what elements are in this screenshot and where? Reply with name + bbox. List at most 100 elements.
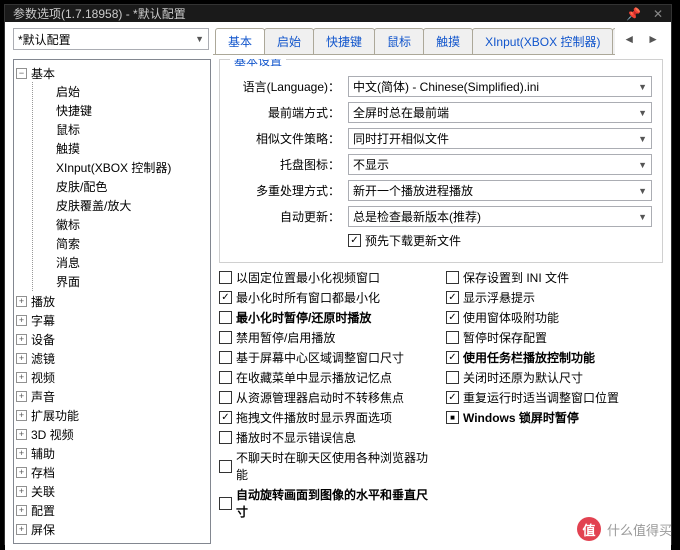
tree-node[interactable]: +3D 视频 <box>16 426 208 443</box>
tree-label: 简索 <box>56 235 80 252</box>
tab-bar: 基本启始快捷键鼠标触摸XInput(XBOX 控制器)皮肤/酉 <box>213 28 615 55</box>
tree-node[interactable]: +配置 <box>16 502 208 519</box>
config-select-value: *默认配置 <box>18 31 71 48</box>
expand-icon[interactable]: + <box>16 524 27 535</box>
category-tree[interactable]: − 基本 启始快捷键鼠标触摸 XInput(XBOX 控制器) 皮肤/配色皮肤覆盖/… <box>13 59 211 544</box>
tree-label: 启始 <box>56 83 80 100</box>
tree-node[interactable]: +屏保 <box>16 521 208 538</box>
update-select[interactable]: 总是检查最新版本(推荐)▼ <box>348 206 652 227</box>
tree-node[interactable]: + 扩展功能 <box>16 407 208 424</box>
chevron-down-icon: ▼ <box>638 212 647 222</box>
checkbox[interactable] <box>446 391 459 404</box>
front-select[interactable]: 全屏时总在最前端▼ <box>348 102 652 123</box>
checkbox[interactable] <box>219 291 232 304</box>
expand-icon[interactable]: + <box>16 372 27 383</box>
update-label: 自动更新： <box>230 208 340 225</box>
pin-icon[interactable]: 📌 <box>626 7 641 21</box>
multi-label: 多重处理方式： <box>230 182 340 199</box>
checkbox[interactable] <box>219 431 232 444</box>
tree-node[interactable]: +播放 <box>16 293 208 310</box>
checkbox[interactable] <box>219 271 232 284</box>
tree-node[interactable]: 启始 <box>41 83 208 100</box>
tree-label: 触摸 <box>56 140 80 157</box>
tab-5[interactable]: XInput(XBOX 控制器) <box>472 28 613 54</box>
tab-0[interactable]: 基本 <box>215 28 265 54</box>
tree-node[interactable]: +声音 <box>16 388 208 405</box>
checkbox[interactable] <box>219 391 232 404</box>
tree-node[interactable]: 简索 <box>41 235 208 252</box>
config-select[interactable]: *默认配置 ▼ <box>13 28 209 50</box>
similar-select[interactable]: 同时打开相似文件▼ <box>348 128 652 149</box>
similar-label: 相似文件策略： <box>230 130 340 147</box>
expand-icon[interactable]: + <box>16 334 27 345</box>
predownload-label: 预先下载更新文件 <box>365 232 461 249</box>
tree-node[interactable]: 触摸 <box>41 140 208 157</box>
checkbox[interactable] <box>446 291 459 304</box>
language-select[interactable]: 中文(简体) - Chinese(Simplified).ini▼ <box>348 76 652 97</box>
tab-scroll-left[interactable]: ◄ <box>619 28 639 55</box>
tree-label: 关联 <box>31 483 55 500</box>
tree-label: 扩展功能 <box>31 407 79 424</box>
tree-node[interactable]: +视频 <box>16 369 208 386</box>
checkbox[interactable] <box>446 411 459 424</box>
tray-select[interactable]: 不显示▼ <box>348 154 652 175</box>
tree-node-basic[interactable]: − 基本 <box>16 65 208 82</box>
checkbox[interactable] <box>219 331 232 344</box>
checkbox[interactable] <box>219 351 232 364</box>
window-title: 参数选项(1.7.18958) - *默认配置 <box>13 5 626 22</box>
checkbox-label: 播放时不显示错误信息 <box>236 429 356 446</box>
tab-2[interactable]: 快捷键 <box>313 28 375 54</box>
tree-node[interactable]: 界面 <box>41 273 208 290</box>
checkbox-label: 最小化时暂停/还原时播放 <box>236 309 371 326</box>
checkbox[interactable] <box>219 411 232 424</box>
checkbox[interactable] <box>219 311 232 324</box>
expand-icon[interactable]: + <box>16 429 27 440</box>
tree-node[interactable]: +滤镜 <box>16 350 208 367</box>
tree-node[interactable]: 皮肤/配色 <box>41 178 208 195</box>
tree-node[interactable]: 快捷键 <box>41 102 208 119</box>
tree-node[interactable]: 消息 <box>41 254 208 271</box>
checkbox[interactable] <box>446 331 459 344</box>
checkbox[interactable] <box>446 371 459 384</box>
tree-label: 消息 <box>56 254 80 271</box>
expand-icon[interactable]: + <box>16 315 27 326</box>
expand-icon[interactable]: + <box>16 505 27 516</box>
checkbox-label: 以固定位置最小化视频窗口 <box>236 269 380 286</box>
checkbox[interactable] <box>219 371 232 384</box>
expand-icon[interactable]: + <box>16 391 27 402</box>
tree-node[interactable]: 鼠标 <box>41 121 208 138</box>
checkbox[interactable] <box>446 311 459 324</box>
tab-6[interactable]: 皮肤/酉 <box>612 28 615 54</box>
checkbox[interactable] <box>219 460 232 473</box>
tree-node[interactable]: +存档 <box>16 464 208 481</box>
tree-label: 鼠标 <box>56 121 80 138</box>
expand-icon[interactable]: + <box>16 486 27 497</box>
tab-3[interactable]: 鼠标 <box>374 28 424 54</box>
predownload-checkbox[interactable] <box>348 234 361 247</box>
checkbox-label: 在收藏菜单中显示播放记忆点 <box>236 369 392 386</box>
tree-node[interactable]: +字幕 <box>16 312 208 329</box>
expand-icon[interactable]: + <box>16 296 27 307</box>
tree-label: 界面 <box>56 273 80 290</box>
close-icon[interactable]: ✕ <box>653 7 663 21</box>
tree-node[interactable]: XInput(XBOX 控制器) <box>41 159 208 176</box>
checkbox-label: 自动旋转画面到图像的水平和垂直尺寸 <box>236 486 436 520</box>
tree-node[interactable]: 皮肤覆盖/放大 <box>41 197 208 214</box>
expand-icon[interactable]: + <box>16 448 27 459</box>
tree-node[interactable]: + 关联 <box>16 483 208 500</box>
tab-scroll-right[interactable]: ► <box>643 28 663 55</box>
checkbox-label: 使用窗体吸附功能 <box>463 309 559 326</box>
tab-4[interactable]: 触摸 <box>423 28 473 54</box>
checkbox[interactable] <box>446 351 459 364</box>
expand-icon[interactable]: + <box>16 467 27 478</box>
multi-select[interactable]: 新开一个播放进程播放▼ <box>348 180 652 201</box>
checkbox[interactable] <box>446 271 459 284</box>
tab-1[interactable]: 启始 <box>264 28 314 54</box>
expand-icon[interactable]: + <box>16 410 27 421</box>
tree-node[interactable]: 徽标 <box>41 216 208 233</box>
expand-icon[interactable]: + <box>16 353 27 364</box>
checkbox[interactable] <box>219 497 232 510</box>
tree-node[interactable]: +辅助 <box>16 445 208 462</box>
collapse-icon[interactable]: − <box>16 68 27 79</box>
tree-node[interactable]: +设备 <box>16 331 208 348</box>
